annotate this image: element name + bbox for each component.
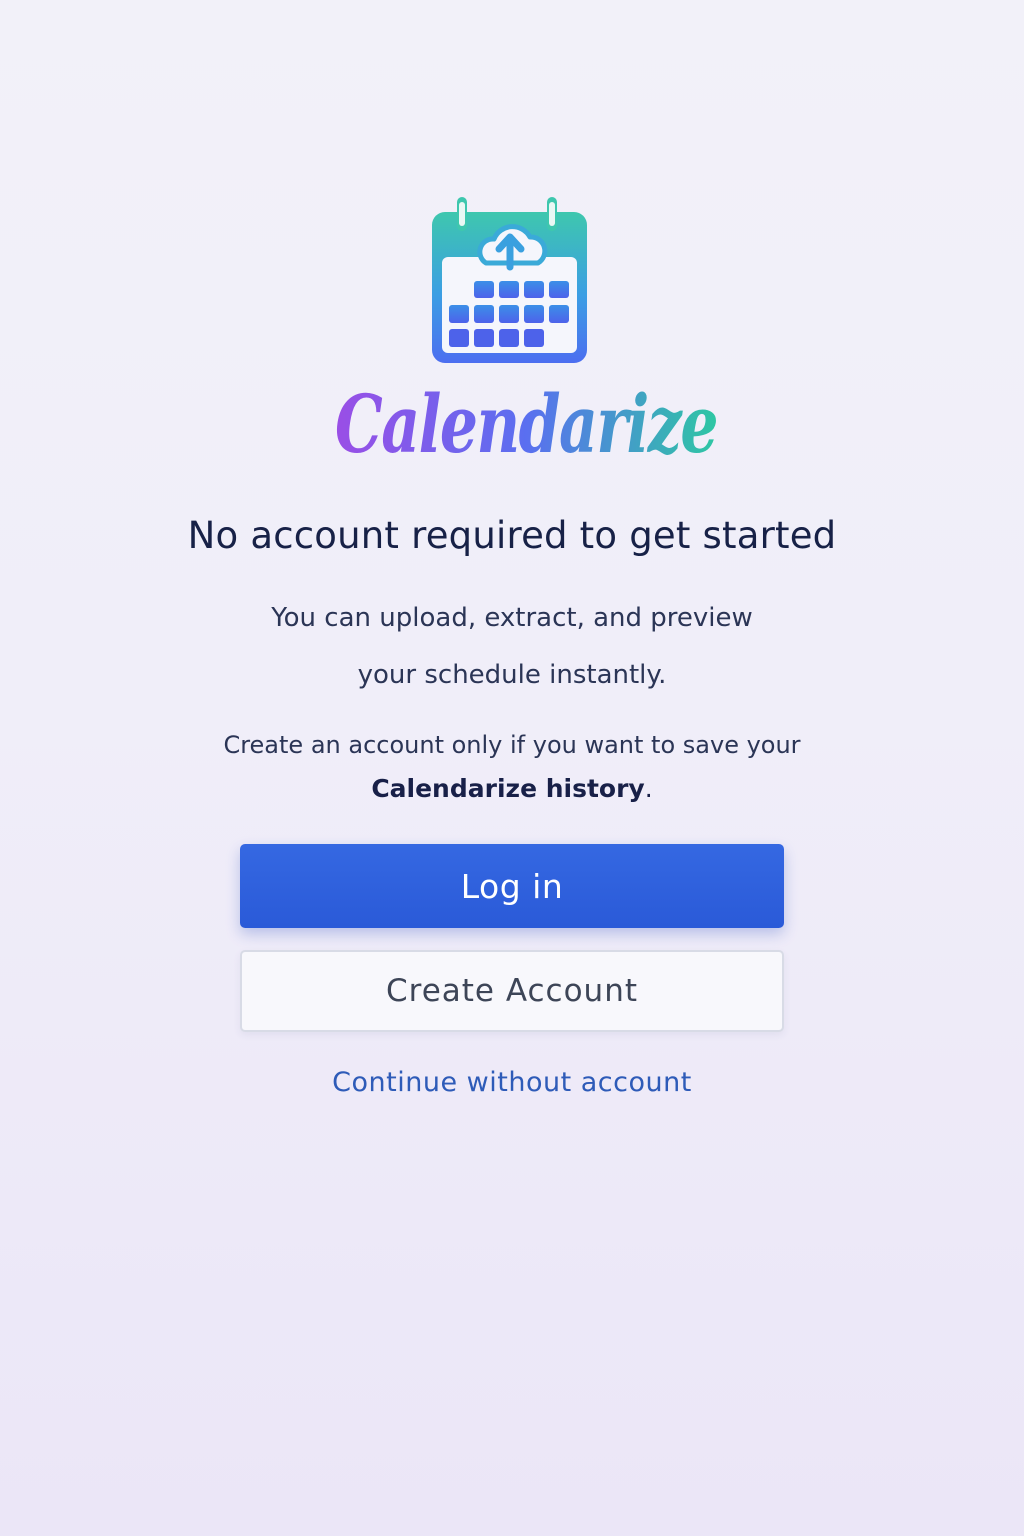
login-button[interactable]: Log in — [240, 844, 784, 928]
description-line-4: Calendarize history. — [0, 774, 1024, 803]
calendar-upload-icon — [432, 197, 587, 363]
page-title: No account required to get started — [187, 514, 837, 557]
description-line-3: Create an account only if you want to sa… — [223, 731, 801, 759]
description-line-2: your schedule instantly. — [357, 660, 667, 690]
history-emphasis: Calendarize history — [371, 774, 645, 803]
app-wordmark: Calendarize — [335, 377, 719, 471]
description-period: . — [644, 774, 653, 803]
continue-without-account-link[interactable]: Continue without account — [0, 1067, 1024, 1098]
create-account-button[interactable]: Create Account — [240, 950, 784, 1032]
description-line-1: You can upload, extract, and preview — [271, 603, 753, 633]
welcome-screen: Calendarize No account required to get s… — [0, 0, 1024, 1536]
app-wordmark-text: Calendarize — [335, 377, 717, 471]
